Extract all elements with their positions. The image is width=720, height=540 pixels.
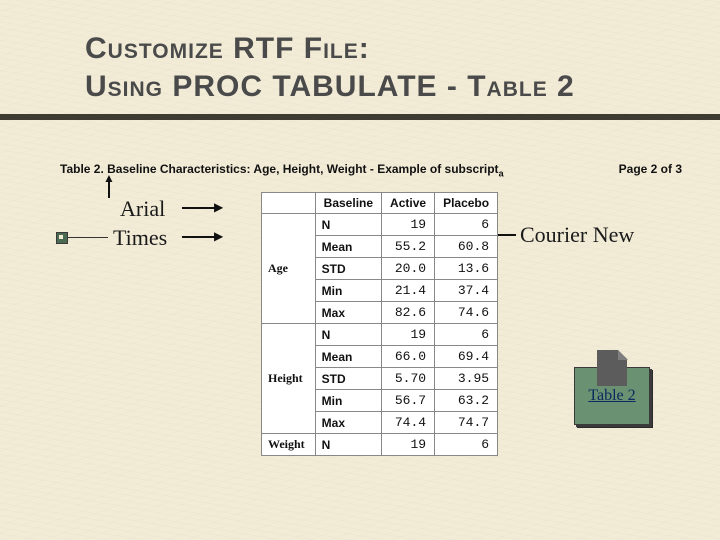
arrow-line [182,236,216,238]
table-row: Weight N 19 6 [262,434,498,456]
cell-value: 19 [382,434,435,456]
cell-value: 74.7 [435,412,498,434]
stat-label: Mean [315,236,381,258]
arrow-line [182,207,216,209]
cell-value: 60.8 [435,236,498,258]
cell-value: 6 [435,434,498,456]
title-line-1: Customize RTF File: [85,32,370,65]
cell-value: 21.4 [382,280,435,302]
cell-value: 6 [435,324,498,346]
cell-value: 19 [382,324,435,346]
table-caption-row: Table 2. Baseline Characteristics: Age, … [60,162,682,178]
cell-value: 3.95 [435,368,498,390]
group-weight: Weight [262,434,316,456]
cell-value: 55.2 [382,236,435,258]
page-marker: Page 2 of 3 [619,162,682,178]
cell-value: 66.0 [382,346,435,368]
stat-label: Min [315,390,381,412]
cell-value: 5.70 [382,368,435,390]
bullet-icon [56,232,68,244]
cell-value: 82.6 [382,302,435,324]
table-row: Age N 19 6 [262,214,498,236]
arrowhead-right-icon: ▶ [214,200,223,215]
cell-value: 37.4 [435,280,498,302]
stat-label: Min [315,280,381,302]
stat-label: N [315,324,381,346]
proc-tabulate-table: Baseline Active Placebo Age N 19 6 Mean … [261,192,498,456]
cell-value: 13.6 [435,258,498,280]
group-age: Age [262,214,316,324]
stat-label: N [315,434,381,456]
col-header-baseline: Baseline [315,193,381,214]
cell-value: 63.2 [435,390,498,412]
cell-value: 69.4 [435,346,498,368]
table-header-row: Baseline Active Placebo [262,193,498,214]
cell-value: 56.7 [382,390,435,412]
stat-label: Mean [315,346,381,368]
annotation-times: Times [113,225,167,251]
cell-value: 74.4 [382,412,435,434]
col-header-placebo: Placebo [435,193,498,214]
bullet-leader [68,237,108,238]
cell-value: 74.6 [435,302,498,324]
arrowhead-up-icon: ▲ [103,171,115,186]
stat-label: STD [315,368,381,390]
group-height: Height [262,324,316,434]
stat-label: Max [315,302,381,324]
annotation-arial: Arial [120,196,165,222]
title-underline [0,114,720,120]
table-caption: Table 2. Baseline Characteristics: Age, … [60,162,504,178]
stat-label: STD [315,258,381,280]
cell-value: 6 [435,214,498,236]
stat-label: Max [315,412,381,434]
table-row: Height N 19 6 [262,324,498,346]
table-caption-subscript: a [499,168,504,178]
cell-value: 20.0 [382,258,435,280]
stat-label: N [315,214,381,236]
arrowhead-right-icon: ▶ [214,229,223,244]
table-corner [262,193,316,214]
slide-title: Customize RTF File: Using PROC TABULATE … [85,30,575,105]
annotation-courier: Courier New [520,222,634,248]
table-caption-text: Table 2. Baseline Characteristics: Age, … [60,162,499,176]
table2-link[interactable]: Table 2 [574,367,650,425]
title-line-2: Using PROC TABULATE - Table 2 [85,70,575,103]
cell-value: 19 [382,214,435,236]
col-header-active: Active [382,193,435,214]
table2-link-label: Table 2 [588,387,635,405]
